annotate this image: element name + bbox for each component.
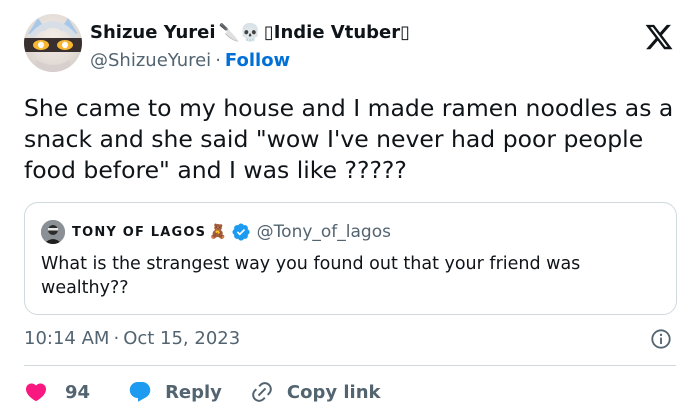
action-bar: 94 Reply Copy link <box>24 378 381 406</box>
info-icon[interactable] <box>650 328 672 350</box>
author-avatar[interactable] <box>24 14 82 72</box>
display-name-text: Shizue Yurei <box>90 22 216 43</box>
author-display-name[interactable]: Shizue Yurei 🔪💀 ▯Indie Vtuber▯ <box>90 22 410 44</box>
like-button[interactable]: 94 <box>24 380 90 404</box>
teddy-bear-emoji: 🧸 <box>209 224 227 240</box>
quoted-author-avatar <box>41 220 65 244</box>
tweet-text: She came to my house and I made ramen no… <box>24 94 674 184</box>
knife-skull-emoji: 🔪💀 <box>218 23 261 43</box>
tweet-date: Oct 15, 2023 <box>123 328 241 349</box>
follow-button[interactable]: Follow <box>225 50 290 71</box>
like-count: 94 <box>65 381 91 403</box>
quoted-tweet-header: TONY OF LAGOS 🧸 @Tony_of_lagos <box>41 220 391 244</box>
quoted-handle: @Tony_of_lagos <box>256 222 391 242</box>
tweet-header: Shizue Yurei 🔪💀 ▯Indie Vtuber▯ @ShizueYu… <box>24 14 676 80</box>
heart-icon <box>25 383 47 402</box>
quoted-display-name: TONY OF LAGOS <box>72 224 207 240</box>
handle-row: @ShizueYurei · Follow <box>90 50 410 72</box>
person-avatar-icon <box>41 220 65 244</box>
anime-character-avatar-icon <box>24 18 82 72</box>
separator-dot: · <box>215 50 221 71</box>
reply-bubble-icon <box>129 382 151 402</box>
link-icon <box>252 382 272 402</box>
copy-link-button[interactable]: Copy link <box>250 380 381 404</box>
display-name-tag: ▯Indie Vtuber▯ <box>263 22 411 43</box>
tweet-timestamp[interactable]: 10:14 AM · Oct 15, 2023 <box>24 328 240 350</box>
author-handle[interactable]: @ShizueYurei <box>90 50 211 71</box>
reply-label: Reply <box>165 381 222 403</box>
x-logo-icon[interactable] <box>644 22 674 52</box>
author-names: Shizue Yurei 🔪💀 ▯Indie Vtuber▯ @ShizueYu… <box>90 22 410 72</box>
copy-link-label: Copy link <box>286 381 381 403</box>
quoted-tweet-text: What is the strangest way you found out … <box>41 254 581 298</box>
quoted-tweet-card[interactable]: TONY OF LAGOS 🧸 @Tony_of_lagos What is t… <box>24 202 677 315</box>
verified-badge-icon <box>232 223 250 241</box>
divider <box>24 365 676 366</box>
timestamp-separator: · <box>113 328 120 349</box>
tweet-time: 10:14 AM <box>24 328 110 349</box>
reply-button[interactable]: Reply <box>128 380 222 404</box>
